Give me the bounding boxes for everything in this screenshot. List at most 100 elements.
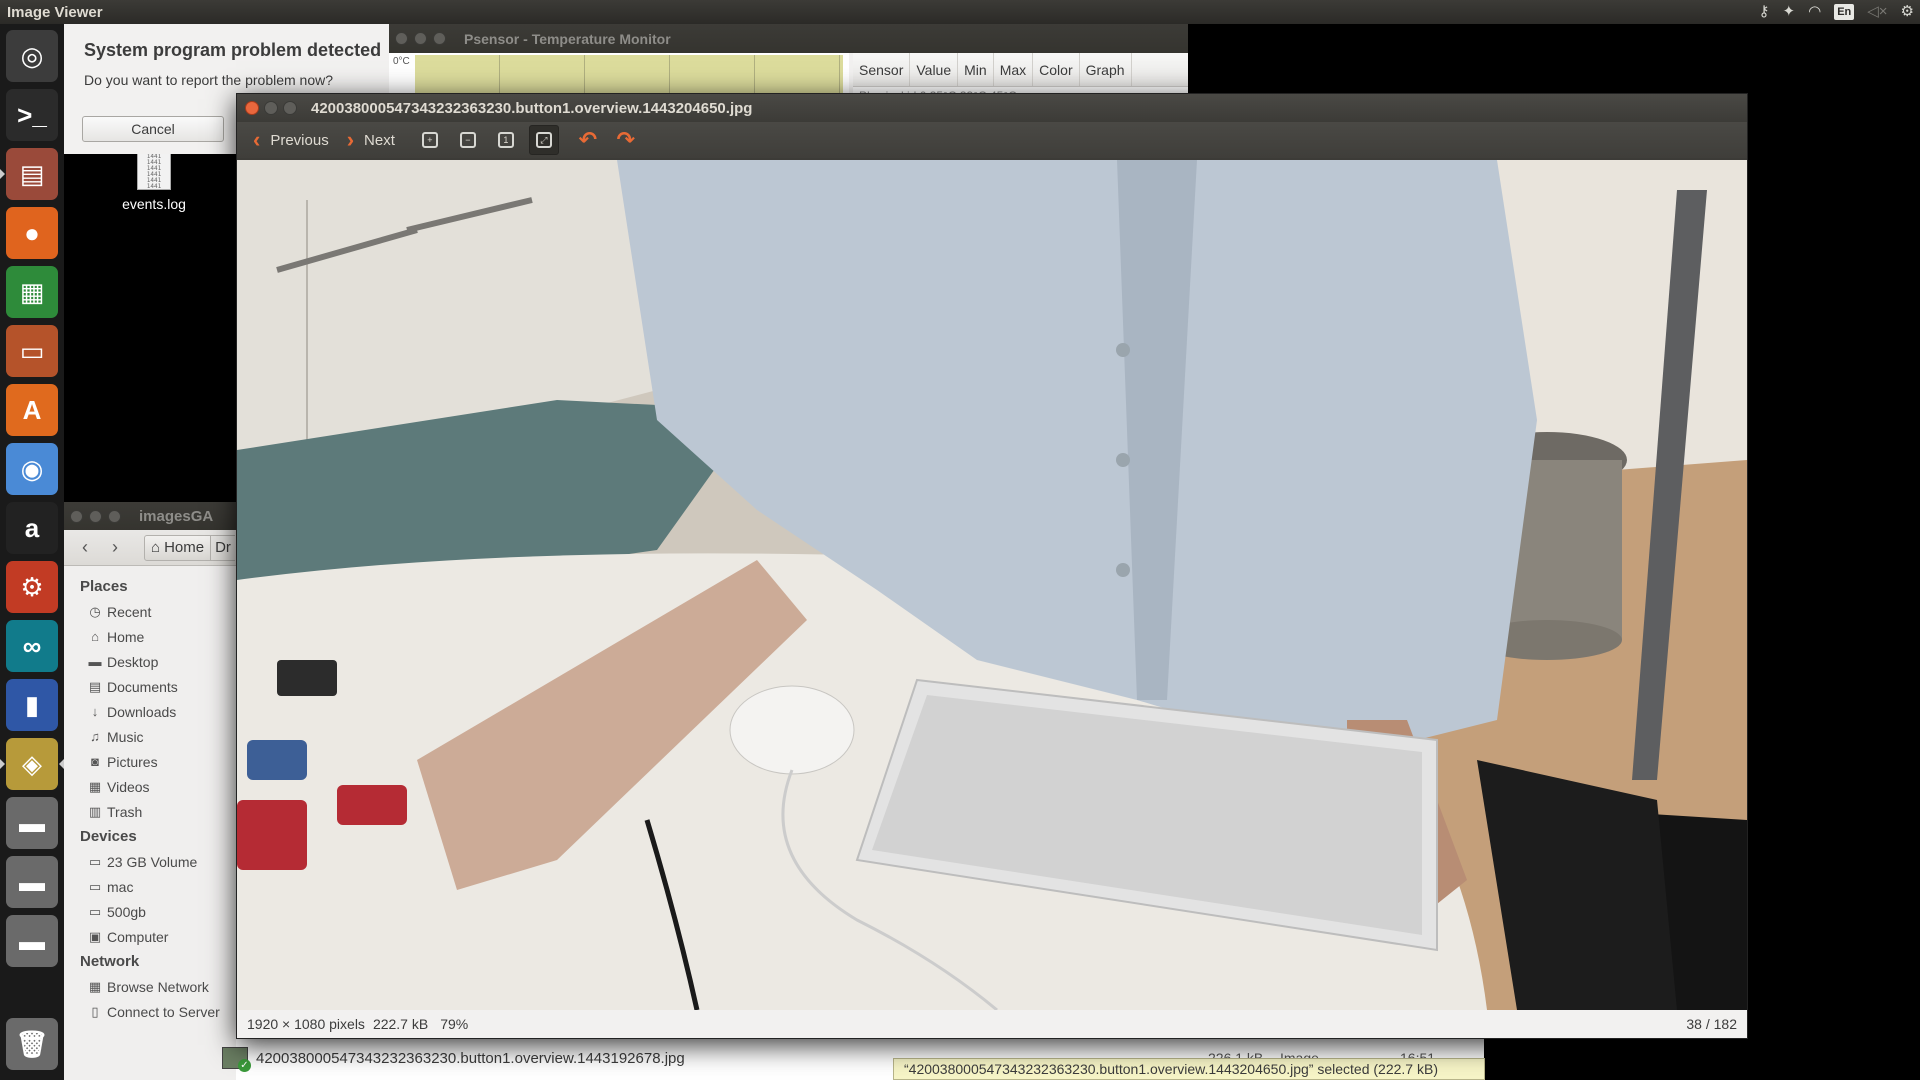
pictures-icon: ◙ <box>91 754 99 769</box>
firefox-icon[interactable]: ● <box>6 207 58 259</box>
files-status-bar: “420038000547343232363230.button1.overvi… <box>893 1058 1485 1080</box>
browse-network-icon: ▦ <box>88 978 102 994</box>
viewer-titlebar[interactable]: 420038000547343232363230.button1.overvie… <box>237 94 1747 122</box>
indicator-area: ⚷ ✦ ◠ En ◁× ⚙ <box>1759 0 1914 24</box>
top-panel: Image Viewer ⚷ ✦ ◠ En ◁× ⚙ <box>0 0 1920 24</box>
23-gb-volume-icon: ▭ <box>88 853 102 869</box>
drive-icon-3[interactable]: ▬ <box>6 915 58 967</box>
displayed-photo <box>237 160 1747 1010</box>
usb-indicator-icon[interactable]: ⚷ <box>1759 0 1770 24</box>
sidebar-item-500gb[interactable]: ▭ 500gb <box>64 899 236 924</box>
sidebar-item-recent[interactable]: ◷ Recent <box>64 599 236 624</box>
sidebar-item-23-gb-volume[interactable]: ▭ 23 GB Volume <box>64 849 236 874</box>
minimize-window-icon[interactable] <box>414 32 427 45</box>
rotate-right-icon: ↷ <box>616 127 636 152</box>
dialog-title: System program problem detected <box>84 40 382 60</box>
breadcrumb-next[interactable]: Dr <box>211 534 235 561</box>
sidebar-item-trash[interactable]: ▥ Trash <box>64 799 236 824</box>
maximize-window-icon[interactable] <box>283 101 297 115</box>
files-icon[interactable]: ▤ <box>6 148 58 200</box>
sidebar-item-label: 500gb <box>107 903 146 920</box>
maximize-window-icon[interactable] <box>108 509 121 523</box>
sidebar-item-label: Browse Network <box>107 978 209 995</box>
running-indicator <box>0 169 5 179</box>
sidebar-item-pictures[interactable]: ◙ Pictures <box>64 749 236 774</box>
rotate-left-button[interactable]: ↶ <box>573 125 603 155</box>
drive-icon-1[interactable]: ▬ <box>6 797 58 849</box>
software-center-icon[interactable]: A <box>6 384 58 436</box>
amazon-icon[interactable]: a <box>6 502 58 554</box>
active-app-title: Image Viewer <box>7 3 103 21</box>
best-fit-button[interactable]: ⤢ <box>528 125 559 155</box>
chrome-icon[interactable]: ◉ <box>6 443 58 495</box>
sidebar-header-places: Places <box>80 578 128 595</box>
dash-home-icon[interactable]: ◎ <box>6 30 58 82</box>
column-min[interactable]: Min <box>958 53 994 86</box>
spreadsheet-icon[interactable]: ▦ <box>6 266 58 318</box>
next-button[interactable]: › Next <box>341 125 401 155</box>
sidebar-item-label: Computer <box>107 928 169 945</box>
system-settings-icon[interactable]: ⚙ <box>6 561 58 613</box>
zoom-normal-button[interactable]: 1 <box>491 125 521 155</box>
music-icon: ♫ <box>90 729 100 744</box>
terminal-icon[interactable]: >_ <box>6 89 58 141</box>
back-arrow-icon[interactable]: ‹ <box>70 535 100 561</box>
minimize-window-icon[interactable] <box>89 509 102 523</box>
arduino-icon[interactable]: ∞ <box>6 620 58 672</box>
presentation-icon[interactable]: ▭ <box>6 325 58 377</box>
sidebar-item-connect-to-server[interactable]: ▯ Connect to Server <box>64 999 236 1024</box>
previous-label: Previous <box>270 131 329 149</box>
sidebar-header-devices: Devices <box>80 828 137 845</box>
computer-icon: ▣ <box>88 928 102 944</box>
wifi-icon[interactable]: ◠ <box>1808 0 1821 24</box>
system-gear-icon[interactable]: ⚙ <box>1901 0 1914 24</box>
text-file-icon: 1441 1441 1441 1441 1441 1441 1441 1441 <box>137 150 171 190</box>
minimize-window-icon[interactable] <box>264 101 278 115</box>
close-window-icon[interactable] <box>395 32 408 45</box>
dropbox-icon[interactable]: ✦ <box>1783 0 1796 24</box>
close-window-icon[interactable] <box>70 509 83 523</box>
rotate-right-button[interactable]: ↷ <box>611 125 641 155</box>
viewer-statusbar: 1920 × 1080 pixels 222.7 kB 79% 38 / 182 <box>237 1010 1747 1038</box>
files-sidebar: Places ◷ Recent ⌂ Home ▬ Desktop ▤ Documents ↓ Dow… <box>64 566 236 1080</box>
cancel-button[interactable]: Cancel <box>82 116 224 142</box>
psensor-titlebar[interactable]: Psensor - Temperature Monitor <box>389 24 1188 53</box>
sidebar-item-downloads[interactable]: ↓ Downloads <box>64 699 236 724</box>
sidebar-item-label: Videos <box>107 778 150 795</box>
sidebar-item-mac[interactable]: ▭ mac <box>64 874 236 899</box>
column-max[interactable]: Max <box>994 53 1034 86</box>
image-viewer-icon[interactable]: ◈ <box>6 738 58 790</box>
viewer-title: 420038000547343232363230.button1.overvie… <box>311 99 753 117</box>
sidebar-item-computer[interactable]: ▣ Computer <box>64 924 236 949</box>
column-value[interactable]: Value <box>910 53 959 86</box>
psensor-icon[interactable]: ▮ <box>6 679 58 731</box>
desktop-icon: ▬ <box>88 654 102 669</box>
desktop-file-label: events.log <box>122 196 186 212</box>
zoom-out-button[interactable]: − <box>453 125 483 155</box>
maximize-window-icon[interactable] <box>433 32 446 45</box>
forward-arrow-icon[interactable]: › <box>100 535 130 561</box>
sidebar-item-videos[interactable]: ▦ Videos <box>64 774 236 799</box>
close-window-icon[interactable] <box>245 101 259 115</box>
best-fit-icon: ⤢ <box>535 132 552 148</box>
mac-icon: ▭ <box>88 878 102 894</box>
drive-icon-2[interactable]: ▬ <box>6 856 58 908</box>
sidebar-item-browse-network[interactable]: ▦ Browse Network <box>64 974 236 999</box>
desktop-file-events-log[interactable]: 1441 1441 1441 1441 1441 1441 1441 1441 … <box>112 150 196 212</box>
volume-muted-icon[interactable]: ◁× <box>1867 0 1887 24</box>
image-display-area[interactable] <box>237 160 1747 1010</box>
previous-button[interactable]: ‹ Previous <box>247 125 335 155</box>
sidebar-item-documents[interactable]: ▤ Documents <box>64 674 236 699</box>
sidebar-item-desktop[interactable]: ▬ Desktop <box>64 649 236 674</box>
zoom-in-button[interactable]: + <box>415 125 445 155</box>
breadcrumb-home[interactable]: ⌂ Home <box>144 534 212 561</box>
column-graph[interactable]: Graph <box>1080 53 1132 86</box>
sidebar-item-home[interactable]: ⌂ Home <box>64 624 236 649</box>
trash-icon[interactable]: 🗑 <box>6 1018 58 1070</box>
column-color[interactable]: Color <box>1033 53 1080 86</box>
zoom-out-icon: − <box>459 132 476 148</box>
column-sensor[interactable]: Sensor <box>853 53 911 86</box>
sidebar-item-music[interactable]: ♫ Music <box>64 724 236 749</box>
files-title: imagesGA <box>139 507 214 525</box>
keyboard-layout-indicator[interactable]: En <box>1834 4 1855 20</box>
